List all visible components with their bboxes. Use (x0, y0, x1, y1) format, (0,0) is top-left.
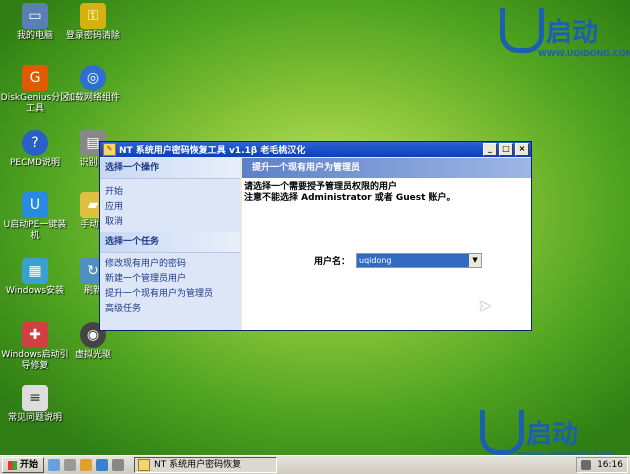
u-logo-icon (480, 410, 524, 455)
desktop-icon-label: 虚拟光驱 (74, 350, 111, 360)
section-header-tasks: 选择一个任务 (100, 232, 240, 253)
start-label: 开始 (20, 460, 39, 470)
task-new-admin[interactable]: 新建一个管理员用户 (100, 272, 240, 287)
desktop-icon-label: 登录密码清除 (65, 31, 120, 41)
window-titlebar[interactable]: ✎ NT 系统用户密码恢复工具 v1.1β 老毛桃汉化 _ □ × (100, 142, 531, 157)
quicklaunch-desktop-icon[interactable] (48, 459, 61, 471)
username-select[interactable]: uqidong ▼ (356, 253, 483, 268)
taskbar-window-label: NT 系统用户密码恢复 (154, 460, 242, 470)
system-tray: 16:16 (576, 457, 628, 473)
help-icon: ? (22, 130, 48, 156)
key-icon: ⚿ (80, 3, 106, 29)
maximize-button[interactable]: □ (499, 143, 513, 156)
u-install-icon: U (22, 192, 48, 218)
document-icon: ≡ (22, 385, 48, 411)
logo-text: 启动 (526, 420, 579, 450)
desktop-icon-network[interactable]: ◎ 加载网络组件 (58, 65, 128, 104)
window-title: NT 系统用户密码恢复工具 v1.1β 老毛桃汉化 (119, 146, 306, 156)
task-change-password[interactable]: 修改现有用户的密码 (100, 257, 240, 272)
desktop-icon-label: 加载网络组件 (65, 93, 120, 103)
password-recovery-window: ✎ NT 系统用户密码恢复工具 v1.1β 老毛桃汉化 _ □ × 选择一个操作… (99, 141, 532, 331)
disk-icon: G (22, 65, 48, 91)
windows-logo-icon (8, 460, 17, 470)
instruction-line-2: 注意不能选择 Administrator 或者 Guest 账户。 (244, 193, 456, 203)
logo-url: WWW.UQIDONG.COM (538, 49, 630, 58)
section-header-operations: 选择一个操作 (100, 158, 240, 179)
quicklaunch-search-icon[interactable] (96, 459, 109, 471)
task-advanced[interactable]: 高级任务 (100, 302, 240, 317)
op-apply[interactable]: 应用 (100, 200, 240, 215)
brand-logo-bottom: 启动 WWW.UQIDONG.COM (480, 410, 614, 460)
quicklaunch-folder-icon[interactable] (80, 459, 93, 471)
close-button[interactable]: × (515, 143, 529, 156)
logo-text: 启动 (546, 18, 599, 48)
taskbar-window-button[interactable]: NT 系统用户密码恢复 (134, 457, 278, 473)
quicklaunch-printer-icon[interactable] (64, 459, 77, 471)
desktop-icon-password-clear[interactable]: ⚿ 登录密码清除 (58, 3, 128, 42)
desktop: ▭ 我的电脑 ⚿ 登录密码清除 G DiskGenius分区工具 ◎ 加载网络组… (0, 0, 630, 460)
content-header: 提升一个现有用户为管理员 (242, 158, 531, 178)
op-start[interactable]: 开始 (100, 185, 240, 200)
repair-icon: ✚ (22, 322, 48, 348)
mouse-cursor-icon: ➤ (478, 296, 492, 315)
clock: 16:16 (597, 460, 623, 470)
chevron-down-icon[interactable]: ▼ (469, 254, 482, 267)
content-body: 请选择一个需要授予管理员权限的用户 注意不能选择 Administrator 或… (242, 178, 531, 330)
task-promote-admin[interactable]: 提升一个现有用户为管理员 (100, 287, 240, 302)
task-pane: 选择一个操作 开始 应用 取消 选择一个任务 修改现有用户的密码 新建一个管理员… (100, 158, 240, 330)
username-value: uqidong (357, 254, 470, 267)
username-label: 用户名： (314, 257, 351, 267)
minimize-button[interactable]: _ (483, 143, 497, 156)
username-row: 用户名： uqidong ▼ (314, 253, 483, 268)
windows-install-icon: ▦ (22, 258, 48, 284)
speaker-icon[interactable] (581, 460, 592, 470)
desktop-icon-label: 常见问题说明 (7, 413, 62, 423)
network-icon: ◎ (80, 65, 106, 91)
content-pane: 提升一个现有用户为管理员 请选择一个需要授予管理员权限的用户 注意不能选择 Ad… (242, 158, 531, 330)
taskbar: 开始 NT 系统用户密码恢复 16:16 (0, 455, 630, 474)
instruction-line-1: 请选择一个需要授予管理员权限的用户 (244, 182, 398, 192)
app-icon: ✎ (103, 143, 116, 156)
op-cancel[interactable]: 取消 (100, 215, 240, 230)
quicklaunch-drive-icon[interactable] (112, 459, 125, 471)
computer-icon: ▭ (22, 3, 48, 29)
u-logo-icon (500, 8, 544, 53)
app-icon (138, 459, 151, 471)
start-button[interactable]: 开始 (2, 457, 45, 473)
desktop-icon-faq[interactable]: ≡ 常见问题说明 (0, 385, 70, 424)
brand-logo-top: 启动 WWW.UQIDONG.COM (500, 8, 630, 58)
